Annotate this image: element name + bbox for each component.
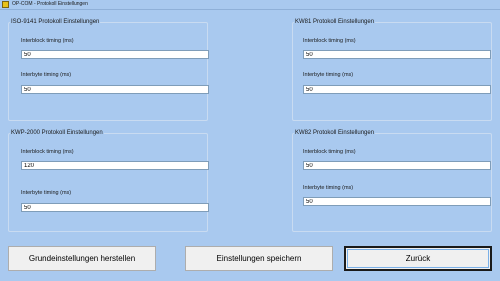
- back-button[interactable]: Zurück: [344, 246, 492, 271]
- save-settings-button[interactable]: Einstellungen speichern: [185, 246, 333, 271]
- kw81-interbyte-label: Interbyte timing (ms): [303, 72, 354, 78]
- iso9141-interbyte-label: Interbyte timing (ms): [21, 72, 72, 78]
- group-kw82: KW82 Protokoll Einstellungen Interblock …: [292, 130, 492, 232]
- group-iso9141-title: ISO-9141 Protokoll Einstellungen: [10, 19, 101, 25]
- kw81-interblock-input[interactable]: [303, 50, 491, 59]
- kwp2000-interblock-input[interactable]: [21, 161, 209, 170]
- app-icon: [2, 1, 9, 8]
- group-kwp2000-title: KWP-2000 Protokoll Einstellungen: [10, 130, 104, 136]
- group-kw82-title: KW82 Protokoll Einstellungen: [294, 130, 376, 136]
- iso9141-interblock-label: Interblock timing (ms): [21, 38, 74, 44]
- title-bar: OP-COM - Protokoll Einstellungen: [0, 0, 500, 10]
- group-kw81: KW81 Protokoll Einstellungen Interblock …: [292, 19, 492, 121]
- kw82-interbyte-label: Interbyte timing (ms): [303, 185, 354, 191]
- iso9141-interbyte-input[interactable]: [21, 85, 209, 94]
- kw81-interblock-label: Interblock timing (ms): [303, 38, 356, 44]
- kwp2000-interbyte-input[interactable]: [21, 203, 209, 212]
- kw81-interbyte-input[interactable]: [303, 85, 491, 94]
- iso9141-interblock-input[interactable]: [21, 50, 209, 59]
- group-iso9141: ISO-9141 Protokoll Einstellungen Interbl…: [8, 19, 209, 121]
- restore-defaults-button[interactable]: Grundeinstellungen herstellen: [8, 246, 156, 271]
- window-title: OP-COM - Protokoll Einstellungen: [12, 1, 88, 7]
- kwp2000-interblock-label: Interblock timing (ms): [21, 149, 74, 155]
- kwp2000-interbyte-label: Interbyte timing (ms): [21, 190, 72, 196]
- group-kw81-title: KW81 Protokoll Einstellungen: [294, 19, 376, 25]
- group-kwp2000: KWP-2000 Protokoll Einstellungen Interbl…: [8, 130, 209, 232]
- kw82-interblock-input[interactable]: [303, 161, 491, 170]
- kw82-interbyte-input[interactable]: [303, 197, 491, 206]
- kw82-interblock-label: Interblock timing (ms): [303, 149, 356, 155]
